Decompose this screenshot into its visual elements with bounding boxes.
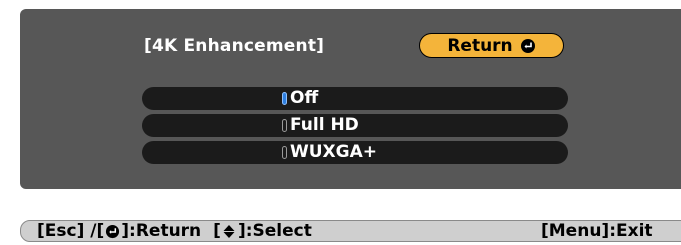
status-bar: [Esc] /[ ]:Return [ ]:Select [Menu]:Exit [20,220,681,242]
options-list: Off Full HD WUXGA+ [142,87,568,164]
option-off[interactable]: Off [142,87,568,110]
option-wuxga-plus[interactable]: WUXGA+ [142,141,568,164]
esc-hint-suffix: ]:Return [121,221,202,241]
select-hint-suffix: ]:Select [237,221,312,241]
option-label: Full HD [290,115,359,135]
option-label: WUXGA+ [290,142,378,162]
option-label: Off [290,88,319,108]
option-full-hd[interactable]: Full HD [142,114,568,137]
enter-icon [105,224,120,239]
return-button[interactable]: Return [419,33,564,58]
esc-hint-prefix: [Esc] /[ [37,221,105,241]
enter-icon [520,38,536,54]
menu-exit-hint: [Menu]:Exit [541,221,653,241]
radio-unselected-icon [282,146,287,159]
up-down-arrow-icon [222,224,237,239]
select-hint-prefix: [ [213,221,221,241]
radio-unselected-icon [282,119,287,132]
menu-title: [4K Enhancement] [144,36,325,56]
radio-selected-icon [282,92,287,105]
return-label: Return [447,35,513,56]
status-hints: [Esc] /[ ]:Return [ ]:Select [37,221,312,241]
